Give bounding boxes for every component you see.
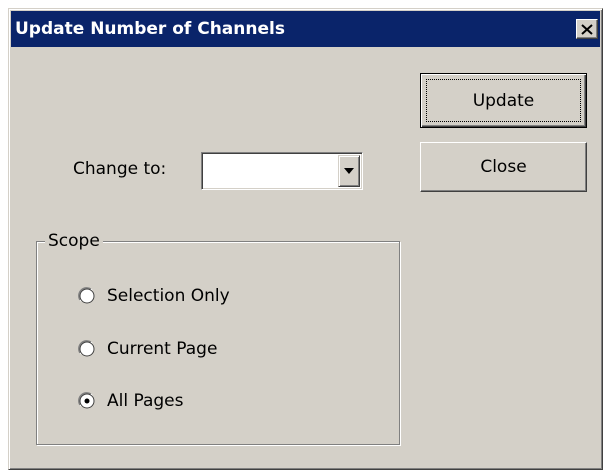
focus-rect [426,79,581,122]
update-button[interactable]: Update [420,73,587,128]
radio-current-page[interactable]: Current Page [77,337,217,361]
radio-circle-icon[interactable] [77,339,97,359]
chevron-down-icon [344,168,354,174]
dropdown-arrow-button[interactable] [338,155,360,187]
close-icon [581,23,593,35]
radio-selection-only[interactable]: Selection Only [77,284,230,308]
radio-label: Current Page [107,339,218,359]
change-to-dropdown[interactable] [201,152,363,190]
title-bar[interactable]: Update Number of Channels [11,11,600,47]
close-button[interactable]: Close [420,142,587,192]
change-to-label: Change to: [73,159,167,179]
radio-label: All Pages [107,391,184,411]
update-channels-dialog: Update Number of Channels Update Close C… [8,8,603,470]
title-close-button[interactable] [576,19,598,39]
radio-label: Selection Only [107,286,230,306]
radio-circle-icon[interactable] [77,286,97,306]
dialog-title: Update Number of Channels [15,19,285,39]
radio-circle-icon[interactable] [77,391,97,411]
scope-legend: Scope [45,231,103,251]
close-button-label: Close [480,157,527,177]
radio-all-pages[interactable]: All Pages [77,389,184,413]
